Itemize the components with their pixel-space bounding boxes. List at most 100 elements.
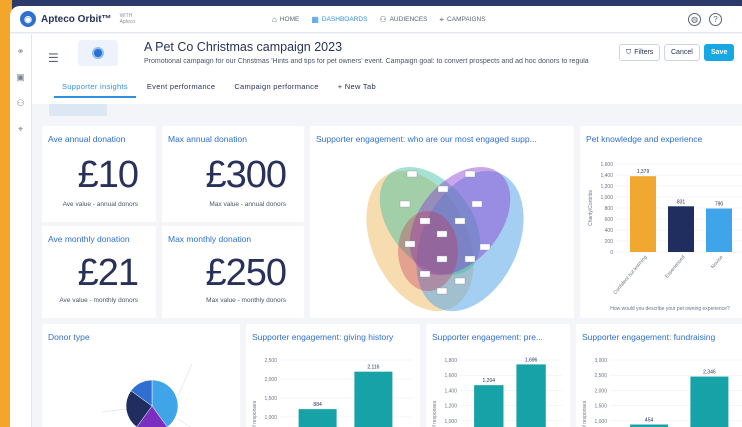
pet-knowledge-tile[interactable]: Pet knowledge and experience 1,600 1,400 1… <box>580 126 742 318</box>
bar-value-label: 2,116 <box>367 365 379 371</box>
y-axis-label: No of responses <box>432 400 438 427</box>
pet-knowledge-chart: 1,600 1,400 1,200 1,000 800 600 400 200 0 Charity… <box>588 162 742 312</box>
dashboard-title: A Pet Co Christmas campaign 2023 <box>144 40 343 54</box>
kpi-max-annual[interactable]: Max annual donation £300 Max value - ann… <box>162 126 304 222</box>
bar <box>706 208 732 252</box>
tab-campaign-performance[interactable]: Campaign performance <box>226 76 326 98</box>
y-tick-label: 2,000 <box>594 388 607 394</box>
kpi-ave-annual[interactable]: Ave annual donation £10 Ave value - annu… <box>42 126 156 222</box>
y-tick-label: 1,000 <box>594 419 607 425</box>
dashboard-description: Promotional campaign for our Christmas '… <box>144 58 589 65</box>
filters-button[interactable]: ⛉ Filters <box>619 44 661 61</box>
left-rail: ⚭ ▣ ⚇ ⌖ <box>10 34 32 427</box>
filters-label: Filters <box>634 49 654 56</box>
y-tick-label: 1,600 <box>444 373 457 379</box>
venn-diagram <box>366 166 524 312</box>
category-label: Experienced <box>664 254 687 279</box>
people-icon[interactable]: ⚇ <box>15 98 26 109</box>
category-label: Confident but learning <box>612 254 648 296</box>
pre-tile[interactable]: Supporter engagement: pre... 1,800 1,600 1… <box>426 324 570 427</box>
y-tick-label: 1,800 <box>444 358 457 364</box>
y-tick-label: 1,000 <box>444 419 457 425</box>
dashboard-logo <box>78 40 118 66</box>
save-button[interactable]: Save <box>704 44 735 61</box>
filter-icon: ⛉ <box>626 48 632 56</box>
leader-line <box>177 418 191 427</box>
add-tile-button[interactable] <box>49 104 107 116</box>
orbit-logo-icon: ◉ <box>20 11 36 27</box>
y-tick-label: 1,600 <box>600 162 613 168</box>
y-axis-label: No of responses <box>582 400 588 427</box>
y-tick-label: 1,000 <box>600 195 613 201</box>
menu-icon[interactable]: ☰ <box>48 51 59 65</box>
app-logo[interactable]: ◉ Apteco Orbit™ WITH Apteco <box>20 11 135 27</box>
kpi-title: Max annual donation <box>168 134 247 144</box>
giving-history-chart: 2,500 2,000 1,500 1,000 No of responses 884 2,… <box>252 358 412 427</box>
kpi-value: £21 <box>77 252 139 294</box>
bar-value-label: 1,379 <box>637 169 650 175</box>
y-tick-label: 0 <box>610 250 613 256</box>
tab-supporter-insights[interactable]: Supporter insights <box>54 76 136 98</box>
image-icon[interactable]: ▣ <box>15 72 26 83</box>
y-tick-label: 2,500 <box>594 373 607 379</box>
audiences-icon: ⚇ <box>379 15 387 24</box>
y-tick-label: 2,500 <box>264 358 277 364</box>
y-tick-label: 1,000 <box>264 415 277 421</box>
bar <box>474 385 504 427</box>
app-sub-brand: WITH Apteco <box>120 13 136 25</box>
help-icon[interactable]: ? <box>709 13 722 26</box>
y-axis-label: Charity/Contribs <box>588 190 594 226</box>
y-tick-label: 1,200 <box>444 404 457 410</box>
y-tick-label: 1,400 <box>600 173 613 179</box>
tag-icon[interactable]: ⌖ <box>15 124 26 135</box>
kpi-title: Ave annual donation <box>48 134 126 144</box>
pet-co-logo-icon <box>92 47 104 59</box>
nav-campaigns-label: CAMPAIGNS <box>447 16 486 23</box>
kpi-value: £250 <box>205 252 287 294</box>
fundraising-tile[interactable]: Supporter engagement: fundraising 3,000 2… <box>576 324 742 427</box>
fundraising-chart: 3,000 2,500 2,000 1,500 1,000 No of responses… <box>582 358 742 427</box>
app-window: ◉ Apteco Orbit™ WITH Apteco ⌂ HOME ▦ DAS… <box>10 6 742 427</box>
cancel-button[interactable]: Cancel <box>664 44 700 61</box>
main-nav: ⌂ HOME ▦ DASHBOARDS ⚇ AUDIENCES ⌖ CAMPAI… <box>272 6 498 33</box>
nav-audiences-label: AUDIENCES <box>389 16 428 23</box>
bar-value-label: 454 <box>645 417 654 423</box>
giving-history-tile[interactable]: Supporter engagement: giving history 2,5… <box>246 324 420 427</box>
dashboard-icon: ▦ <box>311 15 319 24</box>
nav-audiences[interactable]: ⚇ AUDIENCES <box>379 6 427 33</box>
kpi-ave-monthly[interactable]: Ave monthly donation £21 Ave value - mon… <box>42 226 156 318</box>
kpi-value: £300 <box>205 154 287 196</box>
kpi-title: Ave monthly donation <box>48 234 130 244</box>
bar-value-label: 1,696 <box>525 357 538 363</box>
pre-chart: 1,800 1,600 1,400 1,200 1,000 No of responses… <box>432 357 562 427</box>
leader-line <box>101 408 127 413</box>
top-bar: ◉ Apteco Orbit™ WITH Apteco ⌂ HOME ▦ DAS… <box>10 6 742 33</box>
y-tick-label: 200 <box>605 239 614 245</box>
campaigns-icon: ⌖ <box>439 14 445 24</box>
nav-home[interactable]: ⌂ HOME <box>272 6 299 33</box>
tile-toolbar <box>32 104 742 120</box>
globe-icon[interactable]: ◍ <box>688 13 701 26</box>
leader-line <box>177 363 193 397</box>
tab-new[interactable]: + New Tab <box>330 76 384 98</box>
y-tick-label: 600 <box>605 217 614 223</box>
bar <box>298 409 337 427</box>
venn-tile[interactable]: Supporter engagement: who are our most e… <box>310 126 574 318</box>
nav-campaigns[interactable]: ⌖ CAMPAIGNS <box>440 6 486 33</box>
bar-value-label: 884 <box>313 402 322 408</box>
kpi-caption: Ave value - monthly donors <box>59 297 138 304</box>
nav-dashboards[interactable]: ▦ DASHBOARDS <box>311 6 367 33</box>
tab-event-performance[interactable]: Event performance <box>139 76 223 98</box>
x-axis-label: How would you describe your pet owning e… <box>610 306 730 312</box>
kpi-caption: Ave value - annual donors <box>62 201 138 208</box>
dashboard-tabs: Supporter insights Event performance Cam… <box>54 76 387 98</box>
bar <box>630 176 656 252</box>
kpi-value: £10 <box>77 154 139 196</box>
bar-value-label: 2,346 <box>703 370 716 376</box>
kpi-max-monthly[interactable]: Max monthly donation £250 Max value - mo… <box>162 226 304 318</box>
y-tick-label: 2,000 <box>264 377 277 383</box>
link-icon[interactable]: ⚭ <box>15 46 26 57</box>
kpi-title: Max monthly donation <box>168 234 252 244</box>
home-icon: ⌂ <box>272 15 277 24</box>
donor-type-tile[interactable]: Donor type <box>42 324 240 427</box>
